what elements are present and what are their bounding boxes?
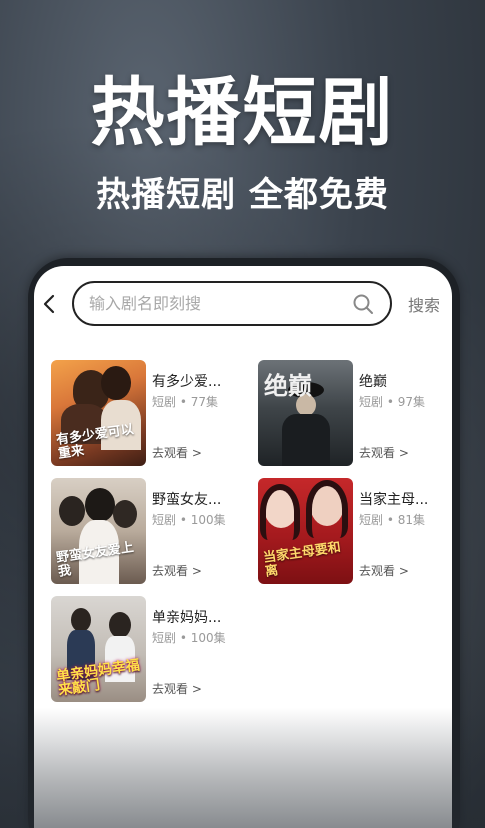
poster-caption: 野蛮女友爱上我 <box>55 540 135 580</box>
drama-title: 绝巅 <box>359 374 387 390</box>
search-input[interactable] <box>89 294 339 313</box>
drama-meta: 短剧 • 81集 <box>359 513 425 527</box>
drama-title: 当家主母... <box>359 492 429 508</box>
drama-poster[interactable]: 有多少爱可以重来 <box>51 360 146 466</box>
drama-meta: 短剧 • 97集 <box>359 395 425 409</box>
chevron-left-icon <box>43 294 55 314</box>
drama-poster[interactable]: 野蛮女友爱上我 <box>51 478 146 584</box>
watch-link[interactable]: 去观看 > <box>152 680 202 697</box>
watch-link[interactable]: 去观看 > <box>359 444 409 461</box>
search-bar <box>72 281 392 326</box>
drama-card[interactable]: 绝巅 绝巅 短剧 • 97集 去观看 > <box>258 360 452 466</box>
hero-subtitle: 热播短剧 全都免费 <box>96 175 389 215</box>
drama-card[interactable]: 单亲妈妈幸福来敲门 单亲妈妈... 短剧 • 100集 去观看 > <box>51 596 247 702</box>
poster-caption: 当家主母要和离 <box>262 540 342 580</box>
drama-card[interactable]: 野蛮女友爱上我 野蛮女友... 短剧 • 100集 去观看 > <box>51 478 247 584</box>
drama-card[interactable]: 当家主母要和离 当家主母... 短剧 • 81集 去观看 > <box>258 478 452 584</box>
drama-poster[interactable]: 当家主母要和离 <box>258 478 353 584</box>
poster-caption: 绝巅 <box>264 371 312 400</box>
drama-meta: 短剧 • 100集 <box>152 631 226 645</box>
bottom-fade <box>0 708 485 828</box>
hero-title: 热播短剧 <box>90 70 395 156</box>
drama-meta: 短剧 • 77集 <box>152 395 218 409</box>
watch-link[interactable]: 去观看 > <box>152 444 202 461</box>
watch-link[interactable]: 去观看 > <box>359 562 409 579</box>
drama-card[interactable]: 有多少爱可以重来 有多少爱... 短剧 • 77集 去观看 > <box>51 360 247 466</box>
search-button[interactable]: 搜索 <box>408 292 440 316</box>
drama-title: 单亲妈妈... <box>152 610 222 626</box>
search-icon[interactable] <box>352 293 374 315</box>
watch-link[interactable]: 去观看 > <box>152 562 202 579</box>
drama-title: 野蛮女友... <box>152 492 222 508</box>
drama-poster[interactable]: 绝巅 <box>258 360 353 466</box>
drama-poster[interactable]: 单亲妈妈幸福来敲门 <box>51 596 146 702</box>
back-button[interactable] <box>38 292 60 316</box>
drama-title: 有多少爱... <box>152 374 222 390</box>
drama-meta: 短剧 • 100集 <box>152 513 226 527</box>
